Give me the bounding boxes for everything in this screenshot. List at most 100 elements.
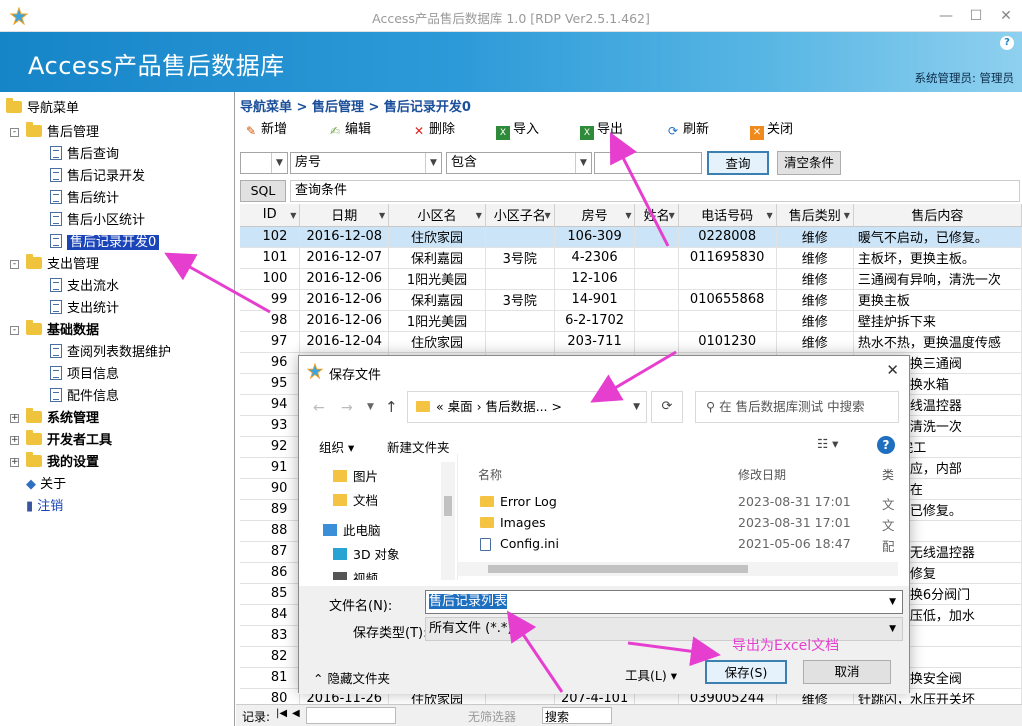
expand-icon[interactable]: + <box>10 458 19 467</box>
table-row[interactable]: 100 2016-12-06 1阳光美园 12-106 维修 三通阀有异响，清洗一次 <box>240 268 1022 290</box>
nav-item[interactable]: ◆ 关于 <box>26 474 66 496</box>
table-cell[interactable] <box>634 247 679 269</box>
sort-icon[interactable]: ▼ <box>476 211 482 220</box>
horizontal-scrollbar[interactable] <box>458 562 898 576</box>
table-cell[interactable]: 2016-12-04 <box>299 331 390 353</box>
table-cell[interactable]: 1阳光美园 <box>388 310 486 332</box>
file-row[interactable]: Error Log 2023-08-31 17:01 文 <box>458 492 898 512</box>
table-cell[interactable]: 维修 <box>776 331 854 353</box>
nav-pane-item[interactable]: 3D 对象 <box>333 544 400 563</box>
cancel-button[interactable]: 取消 <box>803 660 891 684</box>
nav-item[interactable]: + 系统管理 <box>10 408 99 430</box>
file-row[interactable]: Images 2023-08-31 17:01 文 <box>458 513 898 533</box>
nav-item[interactable]: 售后记录开发0 <box>50 232 160 254</box>
hide-folders-toggle[interactable]: ⌃ 隐藏文件夹 <box>313 668 390 687</box>
dialog-close-icon[interactable]: ✕ <box>886 361 899 379</box>
column-header[interactable]: 售后类别 ▼ <box>776 204 854 227</box>
table-cell[interactable]: 84 <box>240 604 301 626</box>
expand-icon[interactable]: + <box>10 414 19 423</box>
table-cell[interactable]: 1阳光美园 <box>388 268 486 290</box>
query-button[interactable]: 查询 <box>707 151 769 175</box>
table-cell[interactable]: 更换主板 <box>853 289 1022 311</box>
recent-locations-icon[interactable]: ▼ <box>367 402 374 412</box>
table-cell[interactable]: 86 <box>240 562 301 584</box>
collapse-icon[interactable]: - <box>10 260 19 269</box>
nav-item[interactable]: 售后记录开发 <box>50 166 145 188</box>
folder-search-input[interactable]: ⚲ 在 售后数据库测试 中搜索 <box>695 391 899 423</box>
table-cell[interactable]: 83 <box>240 625 301 647</box>
table-cell[interactable]: 住欣家园 <box>388 226 486 248</box>
file-row[interactable]: Config.ini 2021-05-06 18:47 配 <box>458 534 898 554</box>
table-cell[interactable]: 99 <box>240 289 301 311</box>
nav-pane-item[interactable]: 此电脑 <box>323 520 381 539</box>
filter-value-input[interactable] <box>594 152 702 174</box>
new-button[interactable]: ✎ 新增 <box>244 120 287 140</box>
table-cell[interactable]: 203-711 <box>554 331 636 353</box>
table-cell[interactable]: 3号院 <box>485 289 555 311</box>
table-cell[interactable]: 0101230 <box>678 331 777 353</box>
table-cell[interactable]: 热水不热，更换温度传感 <box>853 331 1022 353</box>
view-options-icon[interactable]: ☷ ▾ <box>817 436 838 451</box>
table-cell[interactable] <box>485 310 555 332</box>
column-header[interactable]: 电话号码 ▼ <box>678 204 777 227</box>
field-select[interactable]: 房号 ▼ <box>290 152 442 174</box>
table-cell[interactable]: 3号院 <box>485 247 555 269</box>
table-cell[interactable]: 95 <box>240 373 301 395</box>
table-cell[interactable]: 82 <box>240 646 301 668</box>
table-cell[interactable]: 0228008 <box>678 226 777 248</box>
address-bar[interactable]: « 桌面 › 售后数据... > ▼ <box>407 391 647 423</box>
nav-item[interactable]: - 支出管理 <box>10 254 99 276</box>
column-header[interactable]: ID ▼ <box>240 204 301 227</box>
column-header[interactable]: 房号 ▼ <box>554 204 636 227</box>
new-folder-button[interactable]: 新建文件夹 <box>387 437 450 456</box>
table-cell[interactable] <box>485 268 555 290</box>
table-cell[interactable]: 2016-12-06 <box>299 289 390 311</box>
table-cell[interactable]: 87 <box>240 541 301 563</box>
nav-item[interactable]: 支出流水 <box>50 276 119 298</box>
table-row[interactable]: 99 2016-12-06 保利嘉园 3号院 14-901 010655868 维修 更换主板 <box>240 289 1022 311</box>
column-header[interactable]: 小区子名 ▼ <box>485 204 555 227</box>
sort-icon[interactable]: ▼ <box>290 211 296 220</box>
help-icon[interactable]: ? <box>1000 36 1014 50</box>
table-cell[interactable]: 6-2-1702 <box>554 310 636 332</box>
nav-item[interactable]: 查阅列表数据维护 <box>50 342 171 364</box>
nav-item[interactable]: - 售后管理 <box>10 122 99 144</box>
table-cell[interactable]: 壁挂炉拆下来 <box>853 310 1022 332</box>
export-button[interactable]: X 导出 <box>580 120 623 140</box>
table-cell[interactable] <box>634 226 679 248</box>
sort-icon[interactable]: ▼ <box>625 211 631 220</box>
table-cell[interactable]: 14-901 <box>554 289 636 311</box>
table-cell[interactable] <box>678 268 777 290</box>
table-cell[interactable]: 4-2306 <box>554 247 636 269</box>
table-cell[interactable]: 主板坏，更换主板。 <box>853 247 1022 269</box>
table-row[interactable]: 101 2016-12-07 保利嘉园 3号院 4-2306 011695830 维修 主板坏… <box>240 247 1022 269</box>
table-cell[interactable]: 011695830 <box>678 247 777 269</box>
table-cell[interactable]: 保利嘉园 <box>388 247 486 269</box>
column-header[interactable]: 日期 ▼ <box>299 204 390 227</box>
sort-icon[interactable]: ▼ <box>379 211 385 220</box>
table-cell[interactable]: 维修 <box>776 268 854 290</box>
nav-item[interactable]: 售后小区统计 <box>50 210 145 232</box>
close-button[interactable]: ✕ 关闭 <box>750 120 793 140</box>
nav-item[interactable]: + 开发者工具 <box>10 430 112 452</box>
edit-button[interactable]: ✍ 编辑 <box>328 120 371 140</box>
table-cell[interactable]: 2016-12-07 <box>299 247 390 269</box>
up-folder-icon[interactable]: ↑ <box>385 398 398 416</box>
operator-select[interactable]: 包含 ▼ <box>446 152 592 174</box>
table-cell[interactable]: 80 <box>240 688 301 704</box>
sql-button[interactable]: SQL <box>240 180 286 202</box>
nav-item[interactable]: - 基础数据 <box>10 320 99 342</box>
table-cell[interactable]: 92 <box>240 436 301 458</box>
table-cell[interactable]: 2016-12-06 <box>299 310 390 332</box>
sort-icon[interactable]: ▼ <box>669 211 675 220</box>
table-cell[interactable]: 91 <box>240 457 301 479</box>
table-cell[interactable]: 81 <box>240 667 301 689</box>
nav-pane-item[interactable]: 视频 <box>333 568 378 580</box>
table-cell[interactable]: 100 <box>240 268 301 290</box>
table-cell[interactable]: 97 <box>240 331 301 353</box>
table-cell[interactable] <box>634 331 679 353</box>
table-cell[interactable]: 三通阀有异响，清洗一次 <box>853 268 1022 290</box>
query-condition-field[interactable]: 查询条件 <box>290 180 1020 202</box>
save-button[interactable]: 保存(S) <box>705 660 787 684</box>
table-cell[interactable]: 106-309 <box>554 226 636 248</box>
